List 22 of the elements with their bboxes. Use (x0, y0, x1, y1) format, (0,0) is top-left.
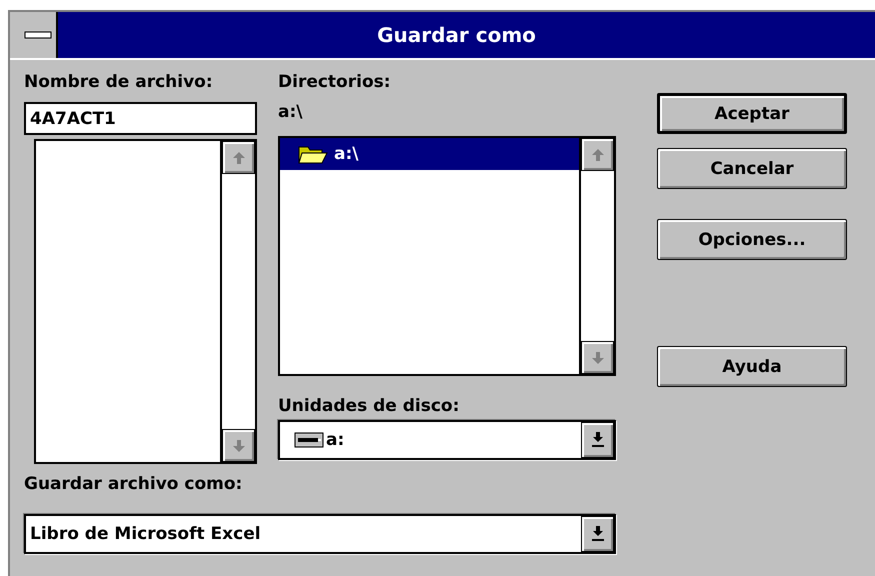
arrow-up-icon (230, 150, 246, 166)
dialog-button[interactable]: Aceptar (657, 93, 847, 134)
window-title: Guardar como (377, 23, 537, 47)
scroll-down-button[interactable] (581, 341, 614, 374)
current-directory: a:\ (278, 102, 304, 124)
field-label: Unidades de disco: (278, 396, 460, 418)
scroll-up-button[interactable] (581, 138, 614, 171)
arrow-up-icon (590, 146, 606, 162)
field-label: Guardar archivo como: (24, 474, 244, 496)
dialog-button[interactable]: Cancelar (657, 148, 847, 189)
dialog-button[interactable]: Opciones... (657, 219, 847, 260)
menu-bar-icon (24, 31, 52, 39)
file-name-field[interactable]: 4A7ACT1 (24, 102, 257, 135)
scroll-down-button[interactable] (222, 429, 255, 462)
arrow-down-icon (590, 350, 606, 366)
dialog-button[interactable]: Ayuda (657, 346, 847, 387)
arrow-down-icon (230, 438, 246, 454)
file-list[interactable] (34, 139, 257, 464)
field-label: Nombre de archivo: (24, 72, 214, 94)
field-label: Directorios: (278, 72, 392, 94)
directory-item[interactable]: a:\ (280, 138, 579, 170)
scroll-up-button[interactable] (222, 141, 255, 174)
